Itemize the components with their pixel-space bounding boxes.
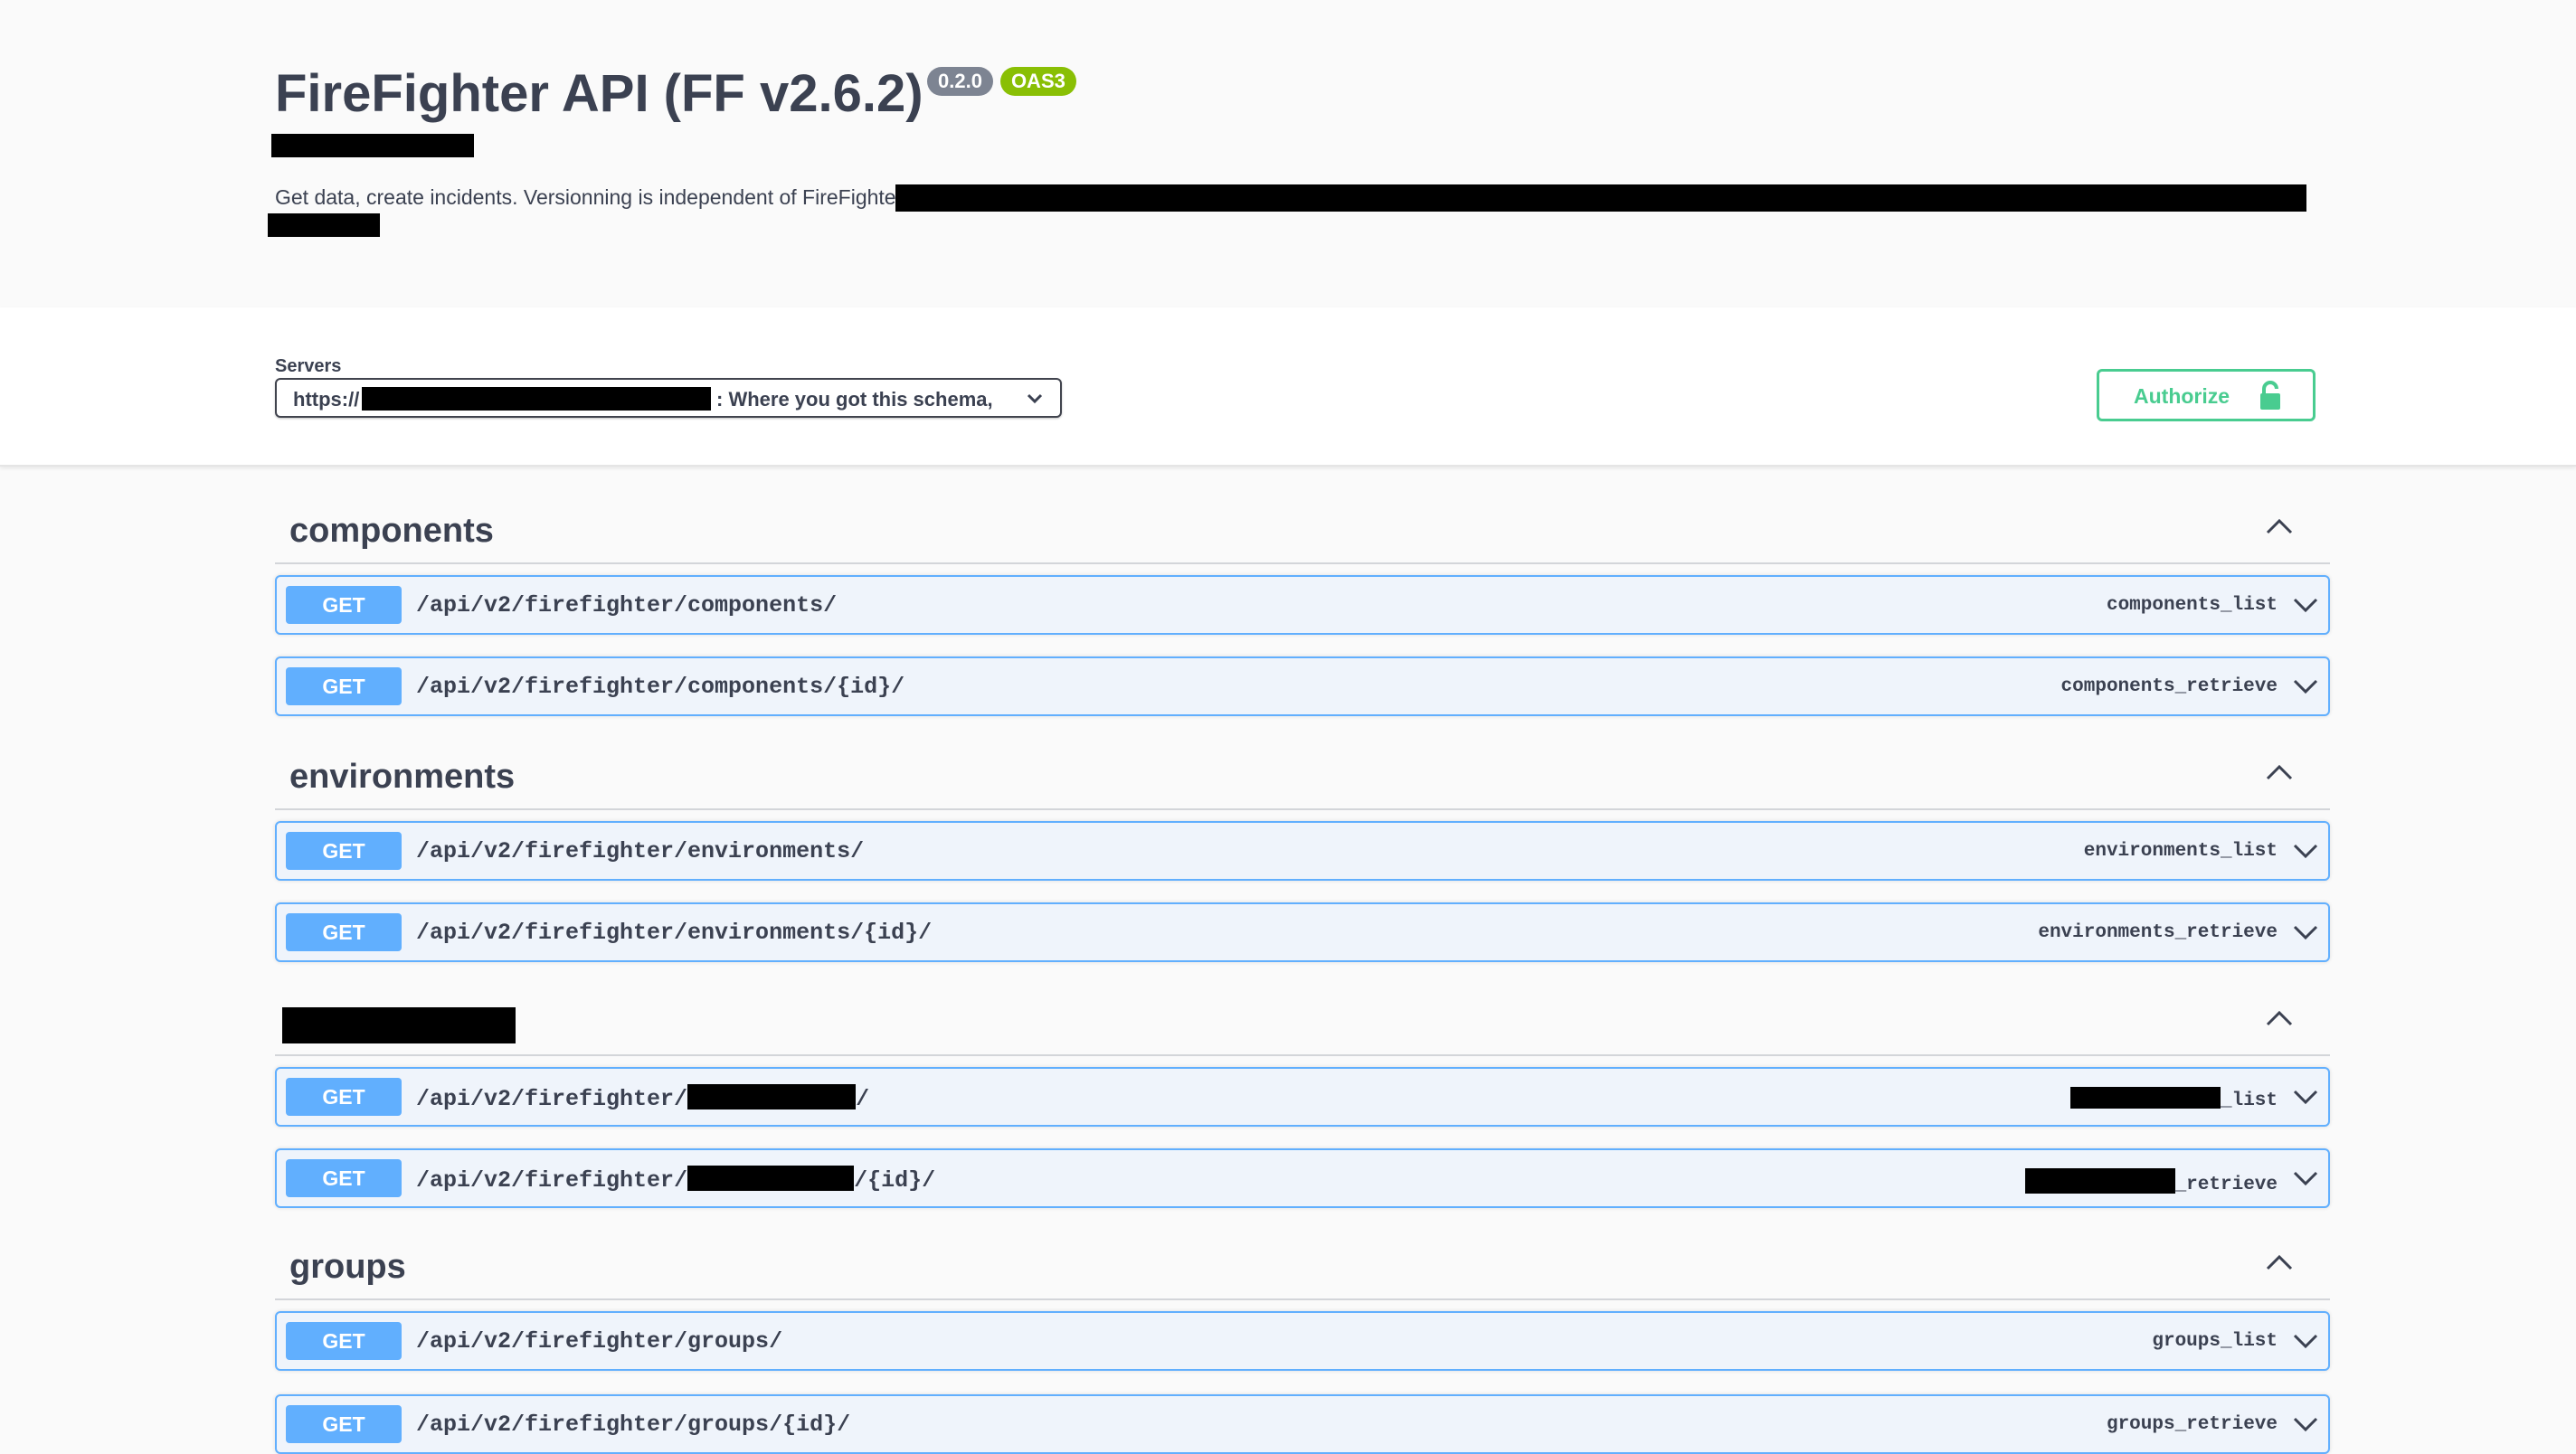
chevron-down-icon (2292, 675, 2319, 703)
api-description: Get data, create incidents. Versionning … (275, 185, 908, 209)
swagger-ui-page: FireFighter API (FF v2.6.2) 0.2.0 OAS3 G… (0, 0, 2576, 1454)
method-badge: GET (286, 667, 402, 705)
operation-get-groups-list[interactable]: GET /api/v2/firefighter/groups/ groups_l… (275, 1311, 2330, 1371)
method-badge: GET (286, 913, 402, 951)
operation-path: /api/v2/firefighter//{id}/ (416, 1166, 936, 1194)
operation-path: /api/v2/firefighter/components/{id}/ (416, 674, 905, 700)
server-url-prefix: https:// (293, 388, 360, 411)
operation-id: _list (2069, 1087, 2278, 1111)
operation-get-environments-list[interactable]: GET /api/v2/firefighter/environments/ en… (275, 821, 2330, 881)
tag-section-groups[interactable]: groups (275, 1241, 2330, 1300)
scheme-container: Servers https:// : Where you got this sc… (0, 307, 2576, 467)
api-info: FireFighter API (FF v2.6.2) 0.2.0 OAS3 G… (0, 0, 2576, 307)
operation-path: /api/v2/firefighter/groups/{id}/ (416, 1412, 851, 1438)
servers-label: Servers (275, 356, 342, 376)
unlock-icon (2259, 381, 2282, 417)
operation-get-redacted-list[interactable]: GET /api/v2/firefighter// _list (275, 1067, 2330, 1127)
version-badges: 0.2.0 OAS3 (927, 67, 1076, 96)
operation-id: environments_retrieve (2038, 922, 2278, 943)
tag-section-components[interactable]: components (275, 505, 2330, 564)
method-badge: GET (286, 586, 402, 624)
operation-path: /api/v2/firefighter/environments/ (416, 838, 865, 864)
method-badge: GET (286, 1078, 402, 1116)
server-description: : Where you got this schema, (716, 388, 993, 411)
chevron-up-icon (2265, 517, 2294, 540)
chevron-up-icon (2265, 763, 2294, 786)
chevron-up-icon (2265, 1253, 2294, 1276)
method-badge: GET (286, 1322, 402, 1360)
operation-id: components_retrieve (2060, 676, 2278, 697)
authorize-label: Authorize (2134, 384, 2230, 408)
operation-id: _retrieve (2024, 1168, 2278, 1195)
tag-section-redacted[interactable] (275, 996, 2330, 1056)
authorize-button[interactable]: Authorize (2097, 369, 2316, 421)
operation-get-environments-retrieve[interactable]: GET /api/v2/firefighter/environments/{id… (275, 902, 2330, 962)
version-badge: 0.2.0 (927, 67, 993, 96)
operation-path: /api/v2/firefighter// (416, 1084, 870, 1112)
redacted-description-2 (268, 213, 380, 237)
chevron-down-icon (2292, 1166, 2319, 1194)
oas-badge: OAS3 (999, 67, 1076, 96)
api-title: FireFighter API (FF v2.6.2) (275, 64, 923, 123)
tag-title: groups (289, 1248, 406, 1286)
operation-get-groups-retrieve[interactable]: GET /api/v2/firefighter/groups/{id}/ gro… (275, 1394, 2330, 1454)
method-badge: GET (286, 1405, 402, 1443)
operation-get-components-list[interactable]: GET /api/v2/firefighter/components/ comp… (275, 575, 2330, 635)
chevron-up-icon (2265, 1009, 2294, 1032)
operation-path: /api/v2/firefighter/groups/ (416, 1328, 783, 1355)
operation-path: /api/v2/firefighter/environments/{id}/ (416, 920, 933, 946)
operation-id: groups_retrieve (2106, 1414, 2278, 1435)
method-badge: GET (286, 1159, 402, 1197)
operation-get-components-retrieve[interactable]: GET /api/v2/firefighter/components/{id}/… (275, 656, 2330, 716)
chevron-down-icon (2292, 1329, 2319, 1357)
operation-get-redacted-retrieve[interactable]: GET /api/v2/firefighter//{id}/ _retrieve (275, 1148, 2330, 1208)
tag-title: environments (289, 758, 516, 796)
operation-id: components_list (2106, 595, 2278, 616)
redacted-description (895, 184, 2306, 212)
operation-id: environments_list (2083, 841, 2278, 862)
chevron-down-icon (2292, 593, 2319, 621)
chevron-down-icon (2292, 1412, 2319, 1440)
tag-title: components (289, 512, 494, 550)
operation-path: /api/v2/firefighter/components/ (416, 592, 838, 618)
chevron-down-icon (2292, 921, 2319, 949)
tag-section-environments[interactable]: environments (275, 751, 2330, 810)
redacted-server-host (362, 387, 711, 411)
chevron-down-icon (2292, 839, 2319, 867)
method-badge: GET (286, 832, 402, 870)
server-select[interactable]: https:// : Where you got this schema, (275, 378, 1062, 418)
redacted-tag-name (282, 1007, 516, 1043)
operation-id: groups_list (2152, 1331, 2278, 1352)
chevron-down-icon (2292, 1085, 2319, 1113)
chevron-down-icon (1026, 392, 1044, 410)
redacted-url (271, 134, 474, 157)
